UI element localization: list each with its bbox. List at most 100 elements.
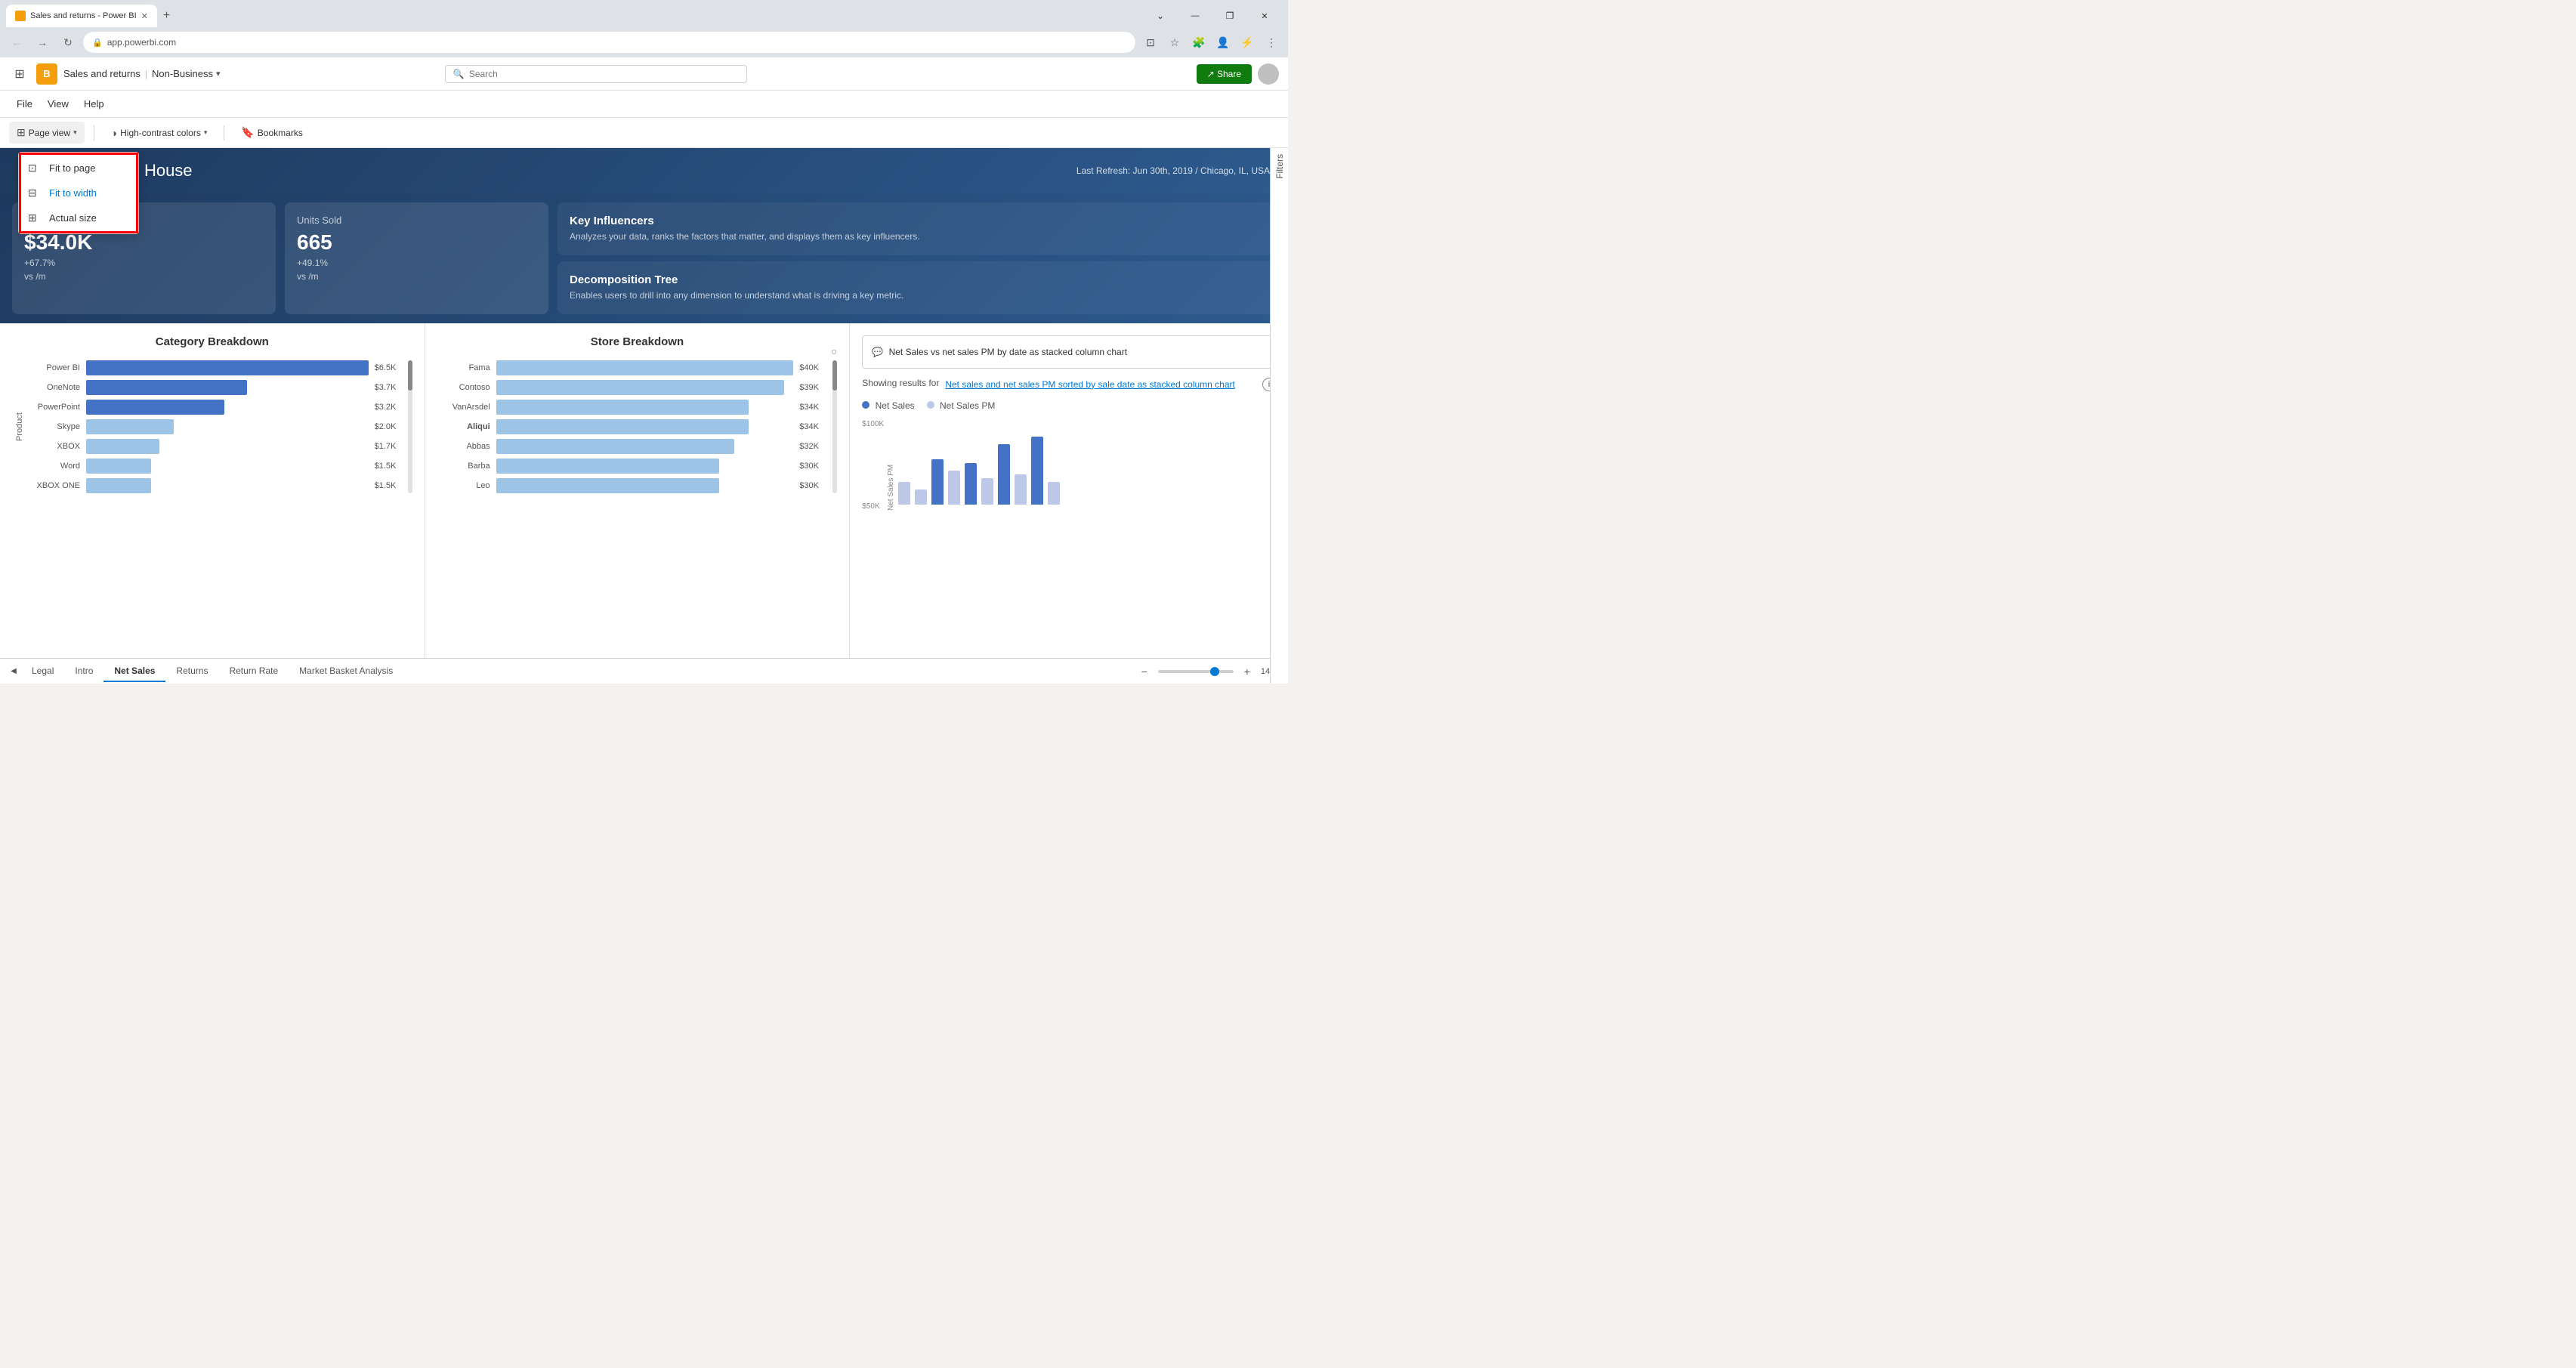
menu-help[interactable]: Help (76, 94, 112, 114)
category-scroll-thumb[interactable] (408, 360, 412, 391)
browser-chrome: Sales and returns - Power BI ✕ + ⌄ ← → ↻… (0, 0, 1288, 57)
bar-label-word: Word (27, 462, 80, 471)
bookmark-btn[interactable]: ☆ (1164, 32, 1185, 53)
bar-fill-abbas (496, 439, 734, 454)
kpi-section: Net Sales $34.0K +67.7% vs /m Units Sold… (0, 193, 1288, 323)
decomposition-tree-desc: Enables users to drill into any dimensio… (570, 289, 1264, 302)
category-breakdown-panel: Category Breakdown Product Power BI $6.5… (0, 323, 425, 658)
back-btn[interactable]: ← (6, 32, 27, 53)
store-scrollbar[interactable] (832, 360, 837, 493)
bookmarks-btn[interactable]: 🔖 Bookmarks (233, 122, 310, 144)
zoom-thumb[interactable] (1210, 667, 1219, 676)
bar-fill-vanarsdel (496, 400, 749, 415)
ki-chart-wrapper: $100K $50K Net Sales PM (862, 420, 1276, 511)
page-view-dropdown: ⊡ Fit to page ⊟ Fit to width ⊞ Actual si… (18, 152, 139, 234)
page-view-icon: ⊞ (17, 126, 26, 139)
high-contrast-btn[interactable]: ◑ High-contrast colors ▾ (103, 122, 215, 144)
bar-fill-powerbi (86, 360, 369, 375)
zoom-out-btn[interactable]: − (1137, 664, 1152, 679)
close-btn[interactable] (1247, 5, 1282, 27)
ki-legend: Net Sales Net Sales PM (862, 400, 1276, 411)
filters-panel[interactable]: Filters (1270, 148, 1288, 684)
bar-container-leo (496, 478, 794, 493)
browser-actions: ⊡ ☆ 🧩 👤 ⚡ ⋮ (1140, 32, 1282, 53)
forward-btn[interactable]: → (32, 32, 53, 53)
ki-showing-link[interactable]: Net sales and net sales PM sorted by sal… (945, 378, 1235, 391)
bar-fill-contoso (496, 380, 785, 395)
category-bar-chart: Power BI $6.5K OneNote $3 (27, 360, 405, 493)
table-row: OneNote $3.7K (27, 380, 405, 395)
tab-return-rate[interactable]: Return Rate (218, 661, 289, 682)
browser-tab-active[interactable]: Sales and returns - Power BI ✕ (6, 5, 157, 27)
topbar-right-actions: ↗ Share (1197, 63, 1279, 85)
tab-market-basket[interactable]: Market Basket Analysis (289, 661, 403, 682)
tab-close-btn[interactable]: ✕ (141, 11, 148, 21)
pbi-topbar: ⊞ B Sales and returns | Non-Business ▾ 🔍… (0, 57, 1288, 91)
cast-btn[interactable]: ⊡ (1140, 32, 1161, 53)
high-contrast-label: High-contrast colors (120, 128, 201, 138)
actual-size-option[interactable]: ⊞ Actual size (19, 205, 138, 230)
menu-view[interactable]: View (40, 94, 76, 114)
minimize-btn[interactable] (1178, 5, 1212, 27)
window-controls: ⌄ (1143, 5, 1282, 27)
share-btn[interactable]: ↗ Share (1197, 64, 1252, 84)
category-scrollbar[interactable] (408, 360, 412, 493)
fit-to-page-option[interactable]: ⊡ Fit to page (19, 156, 138, 181)
table-row: Contoso $39K (437, 380, 830, 395)
zoom-slider[interactable] (1158, 670, 1234, 673)
pbi-logo-text: B (43, 68, 50, 79)
user-avatar[interactable] (1258, 63, 1279, 85)
page-view-btn[interactable]: ⊞ Page view ▾ (9, 122, 85, 144)
ki-query-box: 💬 Net Sales vs net sales PM by date as s… (862, 335, 1276, 369)
bar-container-aliqui (496, 419, 794, 434)
bar-container-onenote (86, 380, 369, 395)
page-view-label: Page view (29, 128, 70, 138)
units-sold-label: Units Sold (297, 215, 536, 226)
store-info-icon[interactable]: ○ (831, 345, 837, 357)
y-100k: $100K (862, 420, 884, 428)
maximize-btn[interactable] (1212, 5, 1247, 27)
waffle-menu-btn[interactable]: ⊞ (9, 63, 30, 85)
menu-file[interactable]: File (9, 94, 40, 114)
tab-legal[interactable]: Legal (21, 661, 64, 682)
bar-container-contoso (496, 380, 794, 395)
toolbar-area: ⊞ Page view ▾ ⊡ Fit to page ⊟ Fit to wid… (0, 118, 1288, 148)
fit-to-page-icon: ⊡ (28, 162, 42, 174)
table-row: VanArsdel $34K (437, 400, 830, 415)
new-tab-button[interactable]: + (157, 6, 176, 26)
bar-label-aliqui: Aliqui (437, 422, 490, 431)
tab-returns[interactable]: Returns (165, 661, 218, 682)
store-scroll-thumb[interactable] (832, 360, 837, 391)
tab-nav-left-btn[interactable]: ◀ (6, 664, 21, 679)
bar-fill-fama (496, 360, 794, 375)
url-bar[interactable]: 🔒 app.powerbi.com (83, 32, 1135, 53)
settings-btn[interactable]: ⋮ (1261, 32, 1282, 53)
bar-value-vanarsdel: $34K (799, 403, 829, 412)
bar-container-word (86, 459, 369, 474)
bar-label-powerpoint: PowerPoint (27, 403, 80, 412)
list-item (965, 463, 977, 505)
zoom-in-btn[interactable]: + (1240, 664, 1255, 679)
store-breakdown-panel: Store Breakdown ○ Fama $40K (425, 323, 851, 658)
extensions-btn[interactable]: 🧩 (1188, 32, 1209, 53)
fit-to-width-option[interactable]: ⊟ Fit to width (19, 181, 138, 205)
bar-value-xbox: $1.7K (375, 442, 405, 451)
table-row: Abbas $32K (437, 439, 830, 454)
pbi-toolbar: ⊞ Page view ▾ ⊡ Fit to page ⊟ Fit to wid… (0, 118, 1288, 148)
bar-value-word: $1.5K (375, 462, 405, 471)
search-box[interactable]: 🔍 (445, 65, 747, 83)
y-50k: $50K (862, 502, 884, 511)
reload-btn[interactable]: ↻ (57, 32, 79, 53)
search-input[interactable] (469, 69, 620, 79)
list-item (898, 482, 910, 505)
table-row: Word $1.5K (27, 459, 405, 474)
tab-intro[interactable]: Intro (64, 661, 103, 682)
ki-query-chat-icon: 💬 (872, 347, 883, 357)
ki-mini-chart (898, 420, 1060, 511)
profile-btn[interactable]: 👤 (1212, 32, 1234, 53)
tab-net-sales[interactable]: Net Sales (103, 661, 165, 682)
tab-search-btn[interactable]: ⌄ (1143, 5, 1178, 27)
report-dropdown-btn[interactable]: ▾ (216, 69, 221, 79)
bar-container-xboxone (86, 478, 369, 493)
sync-btn[interactable]: ⚡ (1237, 32, 1258, 53)
